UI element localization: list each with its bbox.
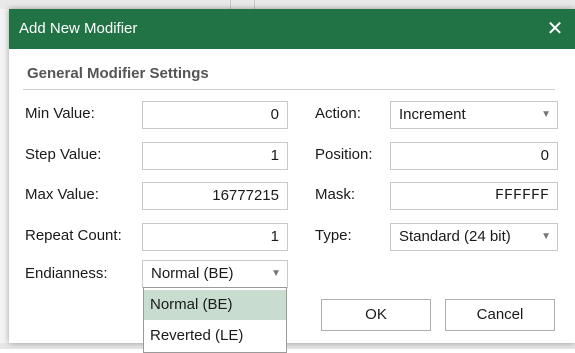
max-value-label: Max Value: <box>25 186 99 203</box>
background-bottom-strip <box>0 343 575 349</box>
action-selected-value: Increment <box>399 106 466 123</box>
background-header-strip <box>0 0 575 9</box>
endianness-selected-value: Normal (BE) <box>151 265 234 282</box>
endianness-select[interactable]: Normal (BE) ▼ <box>142 260 288 288</box>
dialog-titlebar: Add New Modifier ✕ <box>9 9 575 49</box>
cancel-button[interactable]: Cancel <box>445 299 555 331</box>
add-modifier-dialog: Add New Modifier ✕ General Modifier Sett… <box>9 9 575 353</box>
endianness-dropdown-list: Normal (BE) Reverted (LE) <box>143 287 287 353</box>
background-gridline <box>254 0 255 9</box>
min-value-label: Min Value: <box>25 105 95 122</box>
type-select[interactable]: Standard (24 bit) ▼ <box>390 223 558 251</box>
background-gridline <box>230 0 231 9</box>
endianness-option-reverted[interactable]: Reverted (LE) <box>144 321 286 351</box>
chevron-down-icon: ▼ <box>541 109 551 120</box>
step-value-label: Step Value: <box>25 146 102 163</box>
repeat-count-label: Repeat Count: <box>25 227 122 244</box>
mask-label: Mask: <box>315 186 356 203</box>
ok-button[interactable]: OK <box>321 299 431 331</box>
max-value-input[interactable]: 16777215 <box>142 182 288 210</box>
mask-input[interactable]: FFFFFF <box>390 182 558 210</box>
type-selected-value: Standard (24 bit) <box>399 228 511 245</box>
action-label: Action: <box>315 105 361 122</box>
endianness-option-normal[interactable]: Normal (BE) <box>144 290 286 320</box>
endianness-label: Endianness: <box>25 265 108 282</box>
chevron-down-icon: ▼ <box>271 268 281 279</box>
type-label: Type: <box>315 227 352 244</box>
background-left-strip <box>0 9 9 349</box>
dialog-title: Add New Modifier <box>19 20 138 37</box>
repeat-count-input[interactable]: 1 <box>142 223 288 251</box>
group-title: General Modifier Settings <box>27 65 209 82</box>
position-input[interactable]: 0 <box>390 142 558 170</box>
chevron-down-icon: ▼ <box>541 231 551 242</box>
position-label: Position: <box>315 146 373 163</box>
min-value-input[interactable]: 0 <box>142 101 288 129</box>
group-divider <box>23 89 555 90</box>
close-icon[interactable]: ✕ <box>535 9 575 49</box>
action-select[interactable]: Increment ▼ <box>390 101 558 129</box>
step-value-input[interactable]: 1 <box>142 142 288 170</box>
